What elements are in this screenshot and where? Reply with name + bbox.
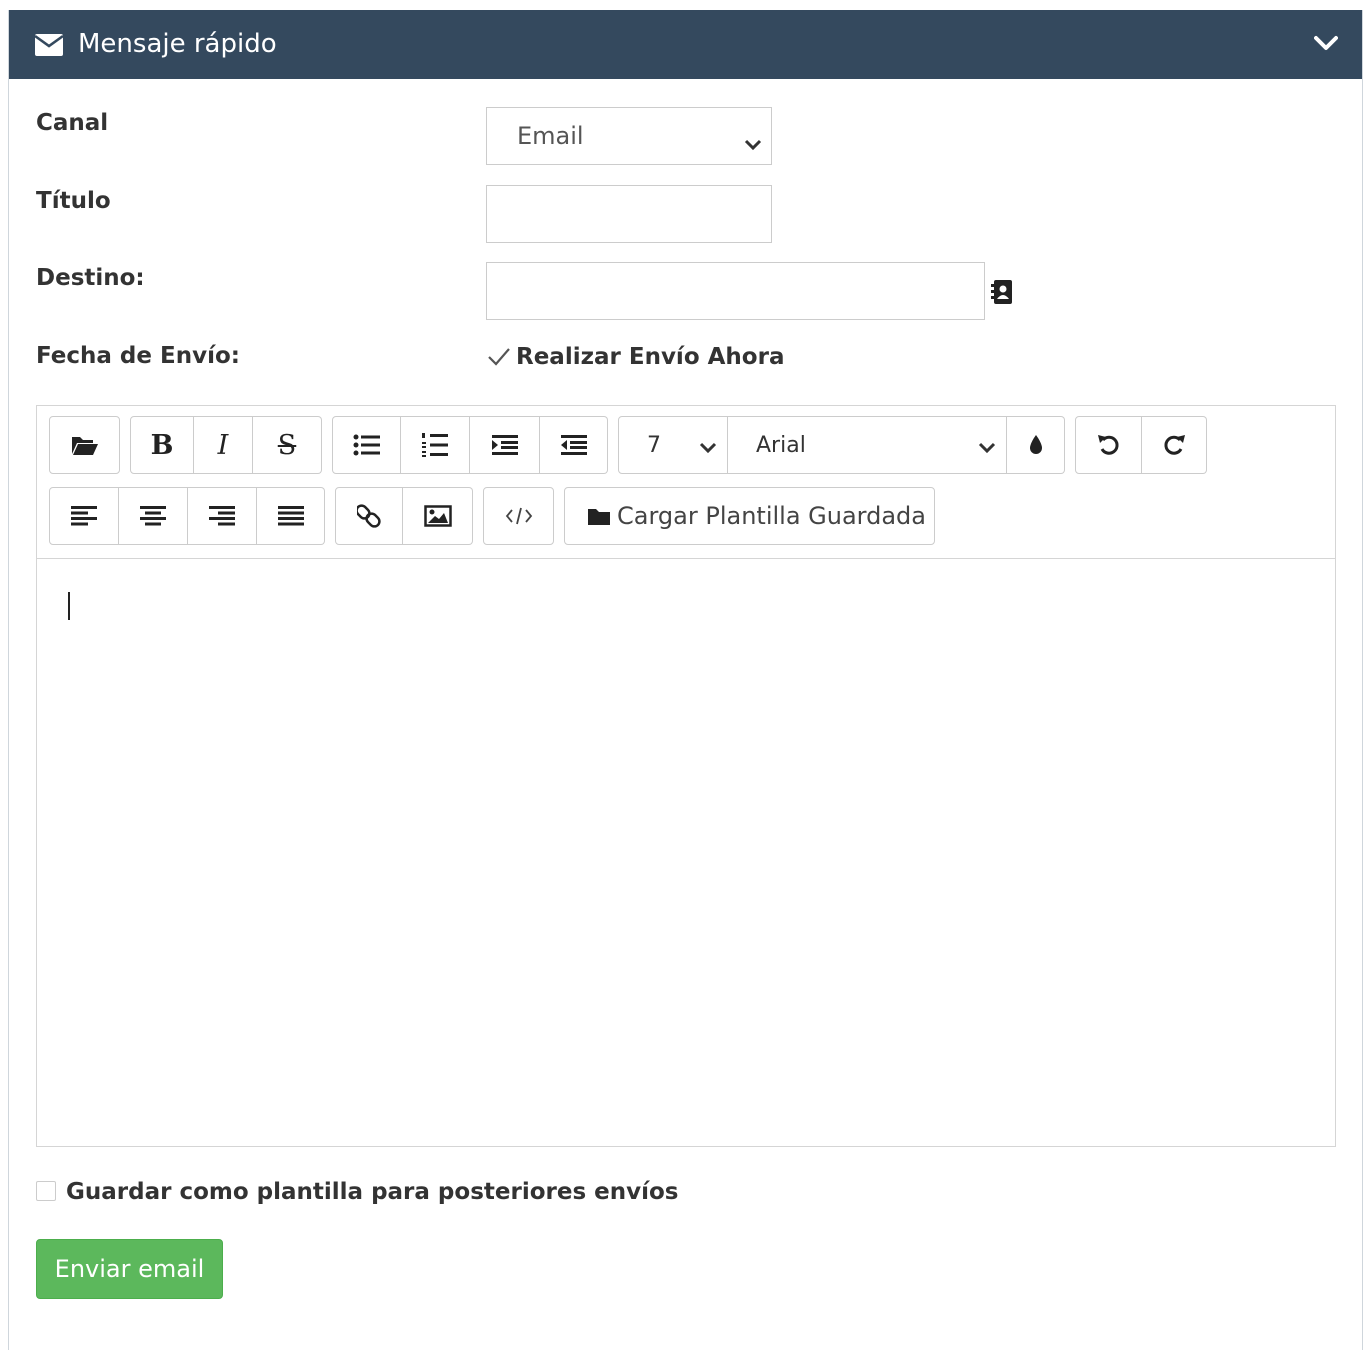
titulo-input[interactable] [486,185,772,243]
align-left-button[interactable] [49,487,119,545]
font-color-icon [1029,435,1042,454]
align-right-button[interactable] [188,487,257,545]
load-saved-template-label: Cargar Plantilla Guardada [617,502,926,530]
outdent-button[interactable] [540,416,608,474]
send-now-label[interactable]: Realizar Envío Ahora [516,344,784,370]
font-family-dropdown[interactable]: Arial [728,416,1007,474]
strikethrough-button[interactable]: S [253,416,322,474]
align-center-button[interactable] [119,487,188,545]
code-view-icon [505,507,532,525]
rich-text-editor: B I S 7 Arial Cargar Plantilla Guardada [36,405,1336,1147]
redo-button[interactable] [1142,416,1207,474]
indent-icon [491,435,518,455]
code-view-button[interactable] [483,487,554,545]
editor-toolbar: B I S 7 Arial Cargar Plantilla Guardada [37,406,1335,559]
send-email-button[interactable]: Enviar email [36,1239,223,1299]
redo-icon [1164,435,1185,455]
editor-content-area[interactable] [37,558,1335,1146]
insert-image-button[interactable] [403,487,473,545]
align-justify-button[interactable] [257,487,325,545]
bold-button[interactable]: B [130,416,194,474]
chevron-down-icon [744,129,762,157]
italic-icon: I [217,429,229,461]
image-icon [423,505,452,527]
address-book-icon[interactable] [991,279,1015,309]
destino-input[interactable] [486,262,985,320]
align-left-icon [71,506,97,526]
chevron-down-icon [978,439,996,458]
envelope-icon [34,33,64,61]
font-color-button[interactable] [1007,416,1065,474]
outdent-icon [560,435,587,455]
undo-button[interactable] [1075,416,1142,474]
text-caret [68,592,70,620]
bullet-list-icon [353,434,380,456]
indent-button[interactable] [470,416,540,474]
chevron-down-icon [699,439,717,458]
send-now-checkbox[interactable] [486,346,512,372]
font-size-dropdown[interactable]: 7 [618,416,728,474]
chevron-down-icon[interactable] [1314,34,1338,56]
quick-message-panel: Mensaje rápido Canal Email Título Destin… [8,10,1363,1350]
load-saved-template-button[interactable]: Cargar Plantilla Guardada [564,487,935,545]
align-center-icon [140,506,166,526]
undo-icon [1097,435,1119,455]
align-right-icon [209,506,235,526]
canal-select[interactable]: Email [486,107,772,165]
strikethrough-icon: S [277,429,297,461]
bold-icon: B [150,429,174,461]
save-template-checkbox[interactable] [36,1181,56,1201]
numbered-list-button[interactable] [401,416,470,474]
canal-selected-value: Email [517,122,584,150]
fecha-envio-label: Fecha de Envío: [36,343,240,369]
numbered-list-icon [422,433,448,457]
canal-label: Canal [36,110,109,136]
panel-header: Mensaje rápido [9,10,1362,79]
folder-open-icon [71,437,98,455]
open-file-button[interactable] [49,416,120,474]
titulo-label: Título [36,188,111,214]
bullet-list-button[interactable] [332,416,401,474]
destino-label: Destino: [36,265,145,291]
folder-icon [588,509,610,525]
font-size-value: 7 [647,433,661,458]
align-justify-icon [277,506,304,526]
panel-title: Mensaje rápido [78,29,277,59]
link-icon [357,504,381,528]
italic-button[interactable]: I [194,416,253,474]
save-template-label[interactable]: Guardar como plantilla para posteriores … [66,1179,679,1205]
font-family-value: Arial [756,433,806,458]
link-button[interactable] [335,487,403,545]
